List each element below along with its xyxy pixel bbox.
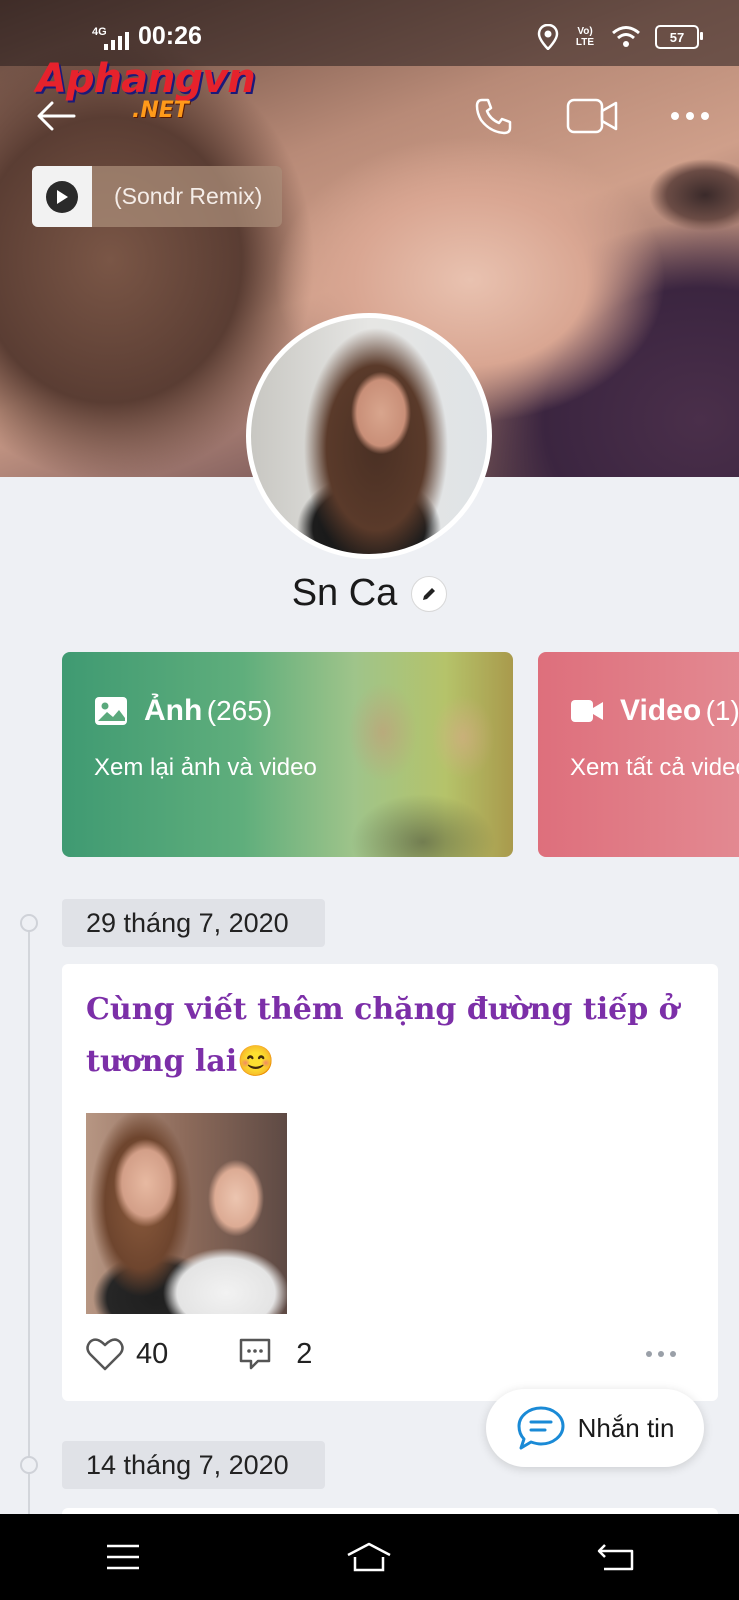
system-nav-bar xyxy=(0,1514,739,1600)
timeline-dot xyxy=(20,1456,38,1474)
pencil-icon xyxy=(423,587,436,600)
status-icons: Vo) LTE 57 xyxy=(537,22,703,52)
phone-icon xyxy=(475,98,512,135)
like-count: 40 xyxy=(136,1337,169,1370)
watermark-sub: .NET xyxy=(132,98,189,123)
home-icon xyxy=(347,1542,392,1572)
like-button[interactable]: 40 xyxy=(86,1337,168,1371)
message-button[interactable]: Nhắn tin xyxy=(486,1389,704,1467)
battery-indicator: 57 xyxy=(655,25,703,49)
comment-icon xyxy=(240,1338,271,1370)
message-button-label: Nhắn tin xyxy=(577,1412,675,1443)
battery-level: 57 xyxy=(669,29,685,45)
post-actions: 40 2 xyxy=(86,1332,696,1376)
timeline-post[interactable]: Cùng viết thêm chặng đường tiếp ở tương … xyxy=(62,964,718,1401)
photos-label: Ảnh xyxy=(144,694,203,727)
timeline-line xyxy=(28,922,30,1522)
play-icon xyxy=(46,180,78,213)
post-more-icon[interactable] xyxy=(646,1351,676,1357)
post-photo[interactable] xyxy=(86,1113,287,1314)
edit-name-button[interactable] xyxy=(411,575,448,612)
more-button[interactable] xyxy=(664,90,716,142)
videos-card[interactable]: Video (1) Xem tất cả video xyxy=(538,652,739,857)
profile-music[interactable]: (Sondr Remix) xyxy=(32,166,282,227)
timeline-dot xyxy=(20,914,38,932)
arrow-left-icon xyxy=(37,101,76,131)
location-icon xyxy=(537,24,559,50)
photos-card-title: Ảnh (265) xyxy=(94,694,272,728)
volte-label: Vo) LTE xyxy=(575,26,595,48)
menu-icon xyxy=(107,1544,140,1570)
video-call-button[interactable] xyxy=(566,90,618,142)
comment-button[interactable]: 2 xyxy=(238,1337,312,1371)
profile-name-row: Sn Ca xyxy=(0,572,739,615)
photos-card-preview xyxy=(313,652,513,857)
status-time: 00:26 xyxy=(138,22,202,50)
wifi-icon xyxy=(612,26,640,47)
videos-count: (1) xyxy=(705,695,739,726)
back-button[interactable] xyxy=(30,90,82,142)
photos-card-subtitle: Xem lại ảnh và video xyxy=(94,754,317,781)
video-icon xyxy=(571,700,603,722)
back-icon xyxy=(597,1544,634,1571)
videos-card-title: Video (1) xyxy=(570,694,739,728)
music-thumbnail xyxy=(32,166,92,227)
video-camera-icon xyxy=(566,98,618,134)
videos-label: Video xyxy=(620,694,702,727)
heart-icon xyxy=(86,1338,124,1371)
photos-card[interactable]: Ảnh (265) Xem lại ảnh và video xyxy=(62,652,513,857)
music-title: (Sondr Remix) xyxy=(114,183,263,209)
videos-card-subtitle: Xem tất cả video xyxy=(570,754,739,781)
profile-avatar[interactable] xyxy=(246,313,492,559)
more-horizontal-icon xyxy=(671,112,709,120)
image-icon xyxy=(95,697,127,725)
nav-menu-button[interactable] xyxy=(78,1527,168,1587)
chat-bubble-icon xyxy=(517,1406,565,1450)
comment-count: 2 xyxy=(296,1337,313,1370)
profile-name: Sn Ca xyxy=(291,572,398,614)
photos-count: (265) xyxy=(206,695,273,726)
nav-home-button[interactable] xyxy=(324,1527,414,1587)
timeline-date: 29 tháng 7, 2020 xyxy=(62,899,325,947)
nav-back-button[interactable] xyxy=(571,1527,661,1587)
call-button[interactable] xyxy=(468,90,520,142)
signal-icon xyxy=(104,32,129,50)
timeline-date: 14 tháng 7, 2020 xyxy=(62,1441,325,1489)
post-text: Cùng viết thêm chặng đường tiếp ở tương … xyxy=(86,992,679,1079)
